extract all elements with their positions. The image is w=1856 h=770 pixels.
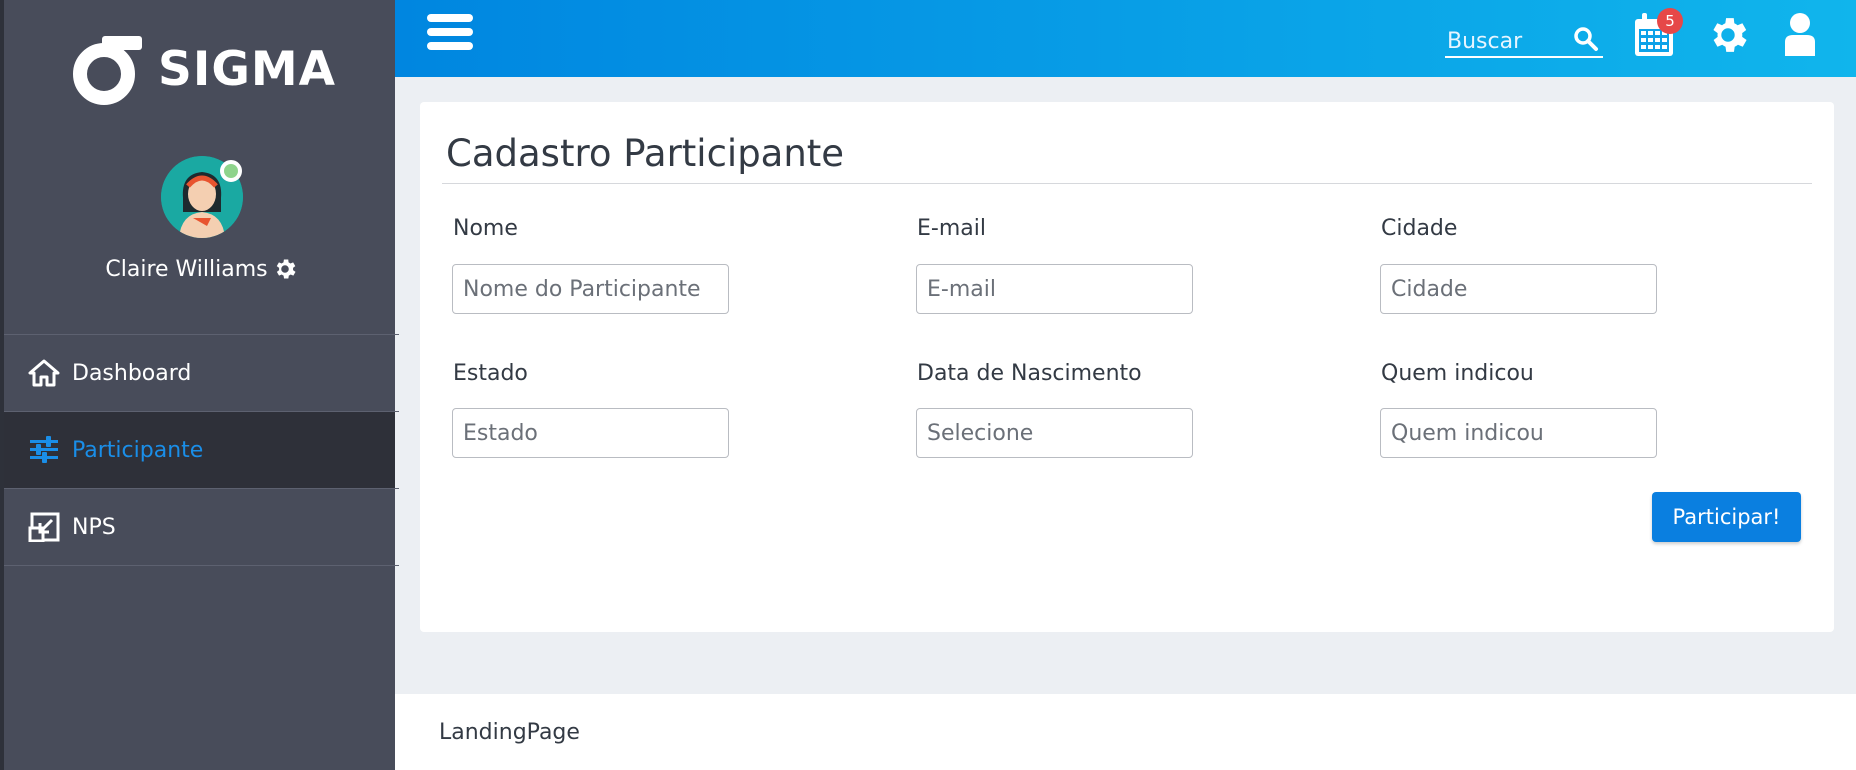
nome-label: Nome [453, 216, 518, 241]
estado-field[interactable] [452, 408, 729, 458]
footer-text: LandingPage [439, 720, 580, 745]
search-input[interactable] [1447, 26, 1567, 56]
sidebar-item-label: Dashboard [72, 360, 192, 386]
email-label: E-mail [917, 216, 986, 241]
cidade-label: Cidade [1381, 216, 1458, 241]
sidebar-item-dashboard[interactable]: Dashboard [4, 335, 395, 411]
settings-gear-icon[interactable] [1705, 12, 1751, 58]
online-status-dot [220, 160, 242, 182]
home-icon [28, 359, 60, 387]
user-name: Claire Williams [105, 256, 268, 282]
footer: LandingPage [395, 694, 1856, 770]
cidade-field[interactable] [1380, 264, 1657, 314]
search-icon[interactable] [1573, 26, 1599, 52]
nome-field[interactable] [452, 264, 729, 314]
data-nascimento-field[interactable] [916, 408, 1193, 458]
brand-logo[interactable]: SIGMA [72, 30, 336, 108]
sidebar-item-label: NPS [72, 514, 116, 540]
user-profile[interactable]: Claire Williams [4, 256, 399, 282]
participant-form-card: Cadastro Participante Nome E-mail Cidade… [420, 102, 1834, 632]
sidebar-divider [4, 565, 399, 566]
sigma-logo-icon [73, 36, 142, 105]
top-navbar: 5 [395, 0, 1856, 77]
title-divider [442, 183, 1812, 184]
calendar-badge: 5 [1657, 8, 1683, 34]
page-title: Cadastro Participante [446, 132, 845, 175]
brand-name: SIGMA [158, 41, 337, 97]
search-box [1445, 22, 1603, 58]
quem-indicou-label: Quem indicou [1381, 361, 1534, 386]
quem-indicou-field[interactable] [1380, 408, 1657, 458]
sidebar-item-nps[interactable]: NPS [4, 489, 395, 565]
sidebar-item-label: Participante [72, 437, 204, 463]
menu-toggle-icon[interactable] [427, 14, 473, 56]
email-field[interactable] [916, 264, 1193, 314]
sliders-icon [30, 436, 58, 463]
participar-button[interactable]: Participar! [1652, 492, 1801, 542]
sidebar: SIGMA Claire Williams Dashboard Particip… [0, 0, 399, 770]
settings-gear-icon[interactable] [272, 256, 298, 282]
user-profile-icon[interactable] [1783, 12, 1817, 58]
data-nascimento-label: Data de Nascimento [917, 361, 1142, 386]
estado-label: Estado [453, 361, 528, 386]
shrink-icon [28, 512, 60, 542]
sidebar-item-participante[interactable]: Participante [4, 412, 395, 488]
